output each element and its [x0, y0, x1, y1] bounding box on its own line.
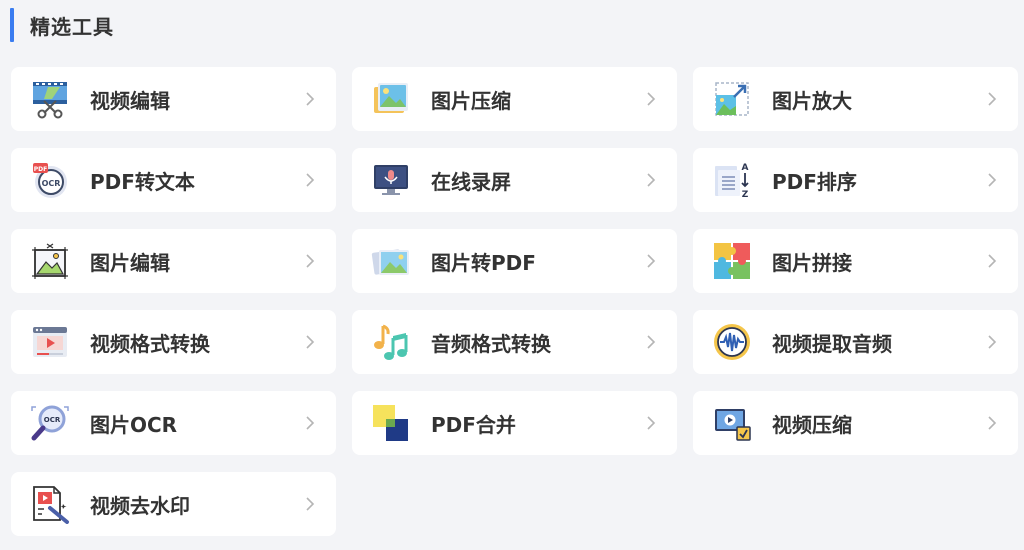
watermark-remove-icon [30, 484, 70, 524]
screen-record-icon [371, 160, 411, 200]
section-header: 精选工具 [10, 8, 114, 42]
svg-text:OCR: OCR [44, 416, 61, 424]
tool-label: 图片OCR [90, 412, 178, 437]
tool-card-image-compress[interactable]: 图片压缩 [352, 67, 677, 131]
tool-label: PDF转文本 [90, 169, 195, 194]
pdf-sort-icon: A Z [712, 160, 752, 200]
tool-label: 音频格式转换 [431, 331, 551, 356]
video-edit-icon [30, 79, 70, 119]
audio-wave-icon [712, 322, 752, 362]
tool-label: 图片编辑 [90, 250, 170, 275]
svg-text:A: A [742, 163, 749, 173]
chevron-right-icon [643, 91, 659, 107]
section-title: 精选工具 [30, 14, 114, 39]
music-note-icon [371, 322, 411, 362]
tool-card-video-edit[interactable]: 视频编辑 [11, 67, 336, 131]
pdf-ocr-icon: OCR PDF [30, 160, 70, 200]
puzzle-icon [712, 241, 752, 281]
tool-card-video-convert[interactable]: 视频格式转换 [11, 310, 336, 374]
tool-card-pdf-merge[interactable]: PDF合并 [352, 391, 677, 455]
tool-label: 图片转PDF [431, 250, 536, 275]
chevron-right-icon [984, 253, 1000, 269]
tool-card-audio-convert[interactable]: 音频格式转换 [352, 310, 677, 374]
tool-card-image-ocr[interactable]: OCR 图片OCR [11, 391, 336, 455]
image-to-pdf-icon [371, 241, 411, 281]
chevron-right-icon [302, 91, 318, 107]
chevron-right-icon [643, 415, 659, 431]
chevron-right-icon [984, 415, 1000, 431]
tool-label: 图片压缩 [431, 88, 511, 113]
chevron-right-icon [302, 334, 318, 350]
chevron-right-icon [984, 91, 1000, 107]
tool-card-image-to-pdf[interactable]: 图片转PDF [352, 229, 677, 293]
tool-card-image-enlarge[interactable]: 图片放大 [693, 67, 1018, 131]
tool-card-extract-audio[interactable]: 视频提取音频 [693, 310, 1018, 374]
svg-text:PDF: PDF [34, 166, 47, 173]
tool-grid: 视频编辑 图片压缩 图片放大 OCR PDF PDF转文本 在线录屏 A Z P… [11, 67, 1018, 536]
svg-text:OCR: OCR [42, 179, 61, 188]
video-convert-icon [30, 322, 70, 362]
tool-card-image-stitch[interactable]: 图片拼接 [693, 229, 1018, 293]
image-enlarge-icon [712, 79, 752, 119]
chevron-right-icon [302, 172, 318, 188]
chevron-right-icon [984, 334, 1000, 350]
tool-label: PDF排序 [772, 169, 857, 194]
chevron-right-icon [643, 172, 659, 188]
tool-card-image-edit[interactable]: 图片编辑 [11, 229, 336, 293]
chevron-right-icon [302, 253, 318, 269]
image-edit-icon [30, 241, 70, 281]
tool-label: 视频格式转换 [90, 331, 210, 356]
tool-card-screen-record[interactable]: 在线录屏 [352, 148, 677, 212]
chevron-right-icon [984, 172, 1000, 188]
tool-card-watermark-remove[interactable]: 视频去水印 [11, 472, 336, 536]
tool-label: 图片放大 [772, 88, 852, 113]
chevron-right-icon [643, 253, 659, 269]
chevron-right-icon [302, 496, 318, 512]
tool-card-pdf-sort[interactable]: A Z PDF排序 [693, 148, 1018, 212]
tool-label: 视频压缩 [772, 412, 852, 437]
tool-card-pdf-to-text[interactable]: OCR PDF PDF转文本 [11, 148, 336, 212]
tool-card-video-compress[interactable]: 视频压缩 [693, 391, 1018, 455]
tool-label: 视频提取音频 [772, 331, 892, 356]
chevron-right-icon [643, 334, 659, 350]
tool-label: 视频去水印 [90, 493, 190, 518]
image-compress-icon [371, 79, 411, 119]
tool-label: 图片拼接 [772, 250, 852, 275]
video-compress-icon [712, 403, 752, 443]
ocr-magnifier-icon: OCR [30, 403, 70, 443]
tool-label: 在线录屏 [431, 169, 511, 194]
tool-label: PDF合并 [431, 412, 516, 437]
svg-text:Z: Z [742, 190, 749, 200]
tool-label: 视频编辑 [90, 88, 170, 113]
pdf-merge-icon [371, 403, 411, 443]
chevron-right-icon [302, 415, 318, 431]
accent-bar [10, 8, 14, 42]
